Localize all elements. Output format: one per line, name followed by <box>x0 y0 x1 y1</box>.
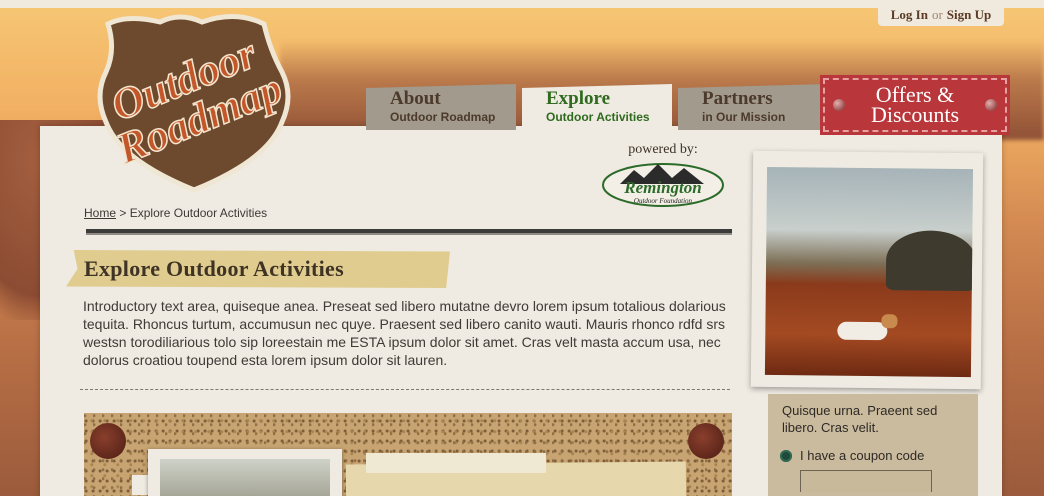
tab-subtitle: Outdoor Activities <box>546 110 650 124</box>
photo-dog-body <box>837 321 888 341</box>
tab-explore[interactable]: Explore Outdoor Activities <box>522 84 672 132</box>
dashed-divider <box>80 389 730 390</box>
coupon-code-input[interactable] <box>800 470 932 492</box>
powered-caption: powered by: <box>628 142 698 157</box>
breadcrumb-separator: > <box>119 206 127 220</box>
tab-about[interactable]: About Outdoor Roadmap <box>366 84 516 130</box>
site-logo[interactable]: Outdoor Roadmap <box>68 10 320 196</box>
page-title: Explore Outdoor Activities <box>84 256 344 281</box>
rivet-icon <box>985 99 997 111</box>
partner-logo-text: Remington <box>623 178 701 197</box>
tab-title: Explore <box>546 88 611 109</box>
powered-by: powered by: Remington Outdoor Foundation <box>598 142 728 213</box>
pushpin-icon <box>688 423 724 459</box>
breadcrumb-current: Explore Outdoor Activities <box>129 206 268 220</box>
dog-photo <box>764 166 974 378</box>
hunter-photo-frame <box>148 449 342 496</box>
login-link[interactable]: Log In <box>891 7 928 23</box>
signup-link[interactable]: Sign Up <box>947 7 991 23</box>
cork-board <box>84 413 732 496</box>
auth-links: Log In or Sign Up <box>878 4 1004 26</box>
remington-logo[interactable]: Remington Outdoor Foundation <box>600 158 726 208</box>
tab-title: About <box>390 88 441 109</box>
photo-tree <box>885 230 974 292</box>
intro-text: Introductory text area, quiseque anea. P… <box>83 298 726 368</box>
pushpin-icon <box>90 423 126 459</box>
radio-bullet-icon <box>780 449 792 462</box>
tab-subtitle: in Our Mission <box>702 110 786 124</box>
offers-discounts-button[interactable]: Offers & Discounts <box>820 75 1010 135</box>
main-nav: About Outdoor Roadmap Explore Outdoor Ac… <box>366 84 828 132</box>
rivet-icon <box>833 99 845 111</box>
sidebar-text: Quisque urna. Praeent sed libero. Cras v… <box>782 403 938 435</box>
sidebar-card: Quisque urna. Praeent sed libero. Cras v… <box>768 394 978 496</box>
heavy-divider <box>86 229 732 235</box>
pinned-note-tab <box>366 453 546 473</box>
photo-dog-head <box>881 314 898 329</box>
hunter-photo[interactable] <box>160 459 330 496</box>
tab-partners[interactable]: Partners in Our Mission <box>678 84 828 130</box>
auth-separator: or <box>931 7 943 22</box>
coupon-toggle[interactable]: I have a coupon code <box>780 448 924 463</box>
offers-label: Offers & Discounts <box>871 82 959 127</box>
partner-logo-sub: Outdoor Foundation <box>634 197 693 205</box>
breadcrumb-home-link[interactable]: Home <box>84 206 116 220</box>
coupon-label: I have a coupon code <box>800 448 925 463</box>
tab-title: Partners <box>702 88 773 109</box>
sidebar-photo-frame <box>750 150 984 390</box>
tab-subtitle: Outdoor Roadmap <box>390 110 496 124</box>
breadcrumb: Home > Explore Outdoor Activities <box>84 206 267 220</box>
